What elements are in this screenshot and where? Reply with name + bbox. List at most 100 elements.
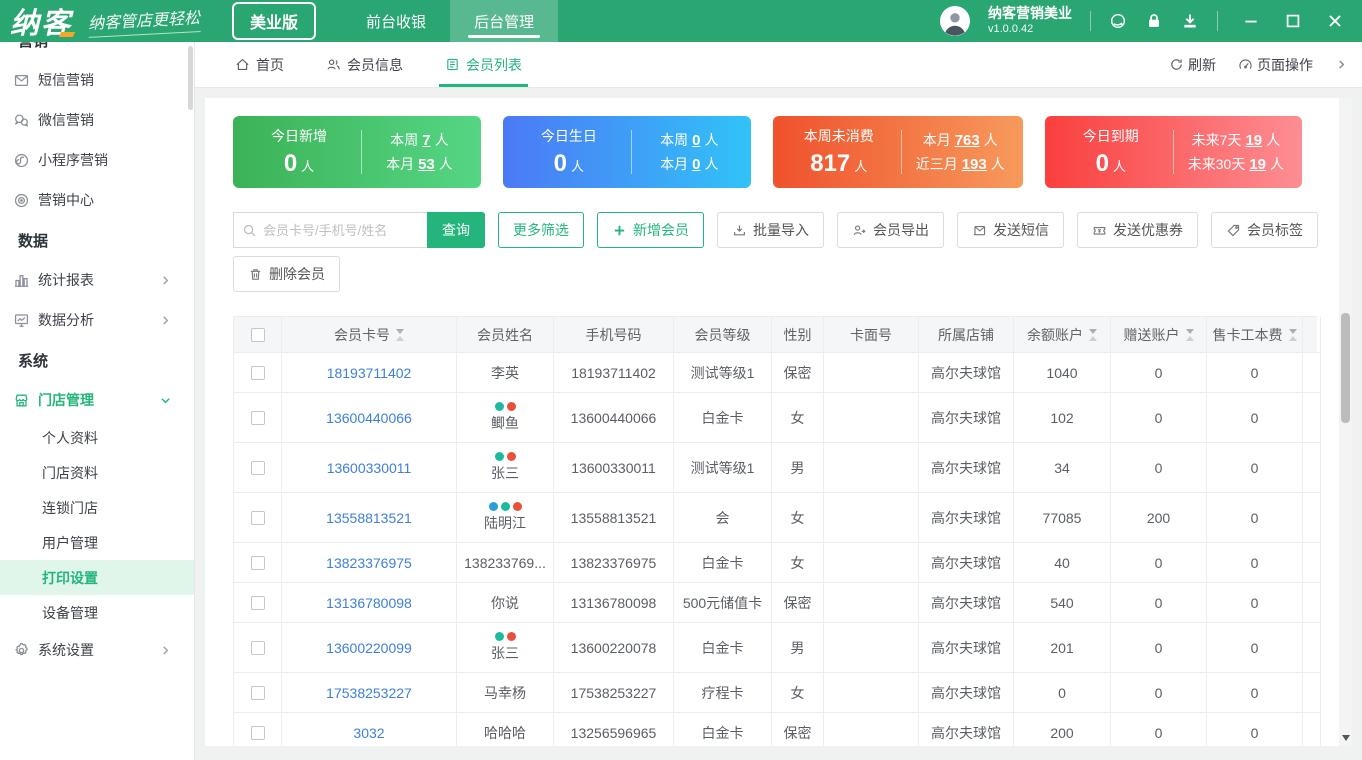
sidebar-scrollbar-thumb[interactable] (188, 46, 193, 110)
stat-card-title: 今日到期 (1082, 128, 1139, 144)
stat-label: 本月 (922, 132, 951, 148)
stat-row: 本月 763 人 (923, 130, 998, 150)
row-checkbox[interactable] (250, 555, 265, 570)
sidebar-subitem-device-management[interactable]: 设备管理 (0, 595, 194, 630)
store-name-cell: 高尔夫球馆 (919, 713, 1014, 746)
spare-cell (1303, 713, 1321, 746)
store-name-cell: 高尔夫球馆 (919, 493, 1014, 543)
trash-icon (248, 267, 263, 282)
add-member-button[interactable]: 新增会员 (597, 212, 704, 248)
account-info: 纳客营销美业 v1.0.0.42 (988, 5, 1072, 36)
lock-icon[interactable] (1145, 12, 1163, 30)
sort-icon[interactable] (396, 328, 404, 341)
stat-value-link[interactable]: 763 (955, 132, 980, 149)
table-scrollbar-thumb[interactable] (1341, 313, 1350, 423)
chevron-right-icon[interactable] (1335, 58, 1348, 71)
edition-button[interactable]: 美业版 (232, 2, 317, 40)
sidebar-item-store-management[interactable]: 门店管理 (0, 380, 194, 420)
member-export-button[interactable]: 会员导出 (837, 212, 944, 248)
sidebar-subitem-print-settings[interactable]: 打印设置 (0, 560, 194, 595)
member-card-no-link[interactable]: 13558813521 (326, 510, 412, 526)
store-name-cell: 高尔夫球馆 (919, 393, 1014, 443)
app-logo: 纳客 (10, 0, 76, 42)
sidebar-subitem-chain-stores[interactable]: 连锁门店 (0, 490, 194, 525)
customer-service-icon[interactable] (1109, 12, 1127, 30)
spare-cell (1303, 583, 1321, 623)
more-filter-button[interactable]: 更多筛选 (498, 212, 584, 248)
titlebar-nav: 前台收银 后台管理 (342, 0, 559, 42)
stat-unit: 人 (1266, 132, 1281, 148)
refresh-button[interactable]: 刷新 (1169, 55, 1216, 75)
row-checkbox[interactable] (250, 410, 265, 425)
sidebar-subitem-personal-profile[interactable]: 个人资料 (0, 420, 194, 455)
maximize-button[interactable] (1284, 12, 1302, 30)
send-coupon-button[interactable]: 发送优惠券 (1077, 212, 1198, 248)
minimize-button[interactable] (1242, 12, 1260, 30)
gender-cell: 保密 (772, 353, 824, 393)
select-all-checkbox[interactable] (250, 327, 265, 342)
row-checkbox[interactable] (250, 640, 265, 655)
sidebar-item-marketing-center[interactable]: 营销中心 (0, 180, 194, 220)
member-card-no-link[interactable]: 13136780098 (326, 595, 412, 611)
member-name-cell: 陆明江 (457, 493, 554, 543)
member-card-no-link[interactable]: 13823376975 (326, 555, 412, 571)
download-icon[interactable] (1181, 12, 1199, 30)
sidebar-subitem-store-profile[interactable]: 门店资料 (0, 455, 194, 490)
header-row-checkbox-cell (234, 317, 282, 353)
page-operations-button[interactable]: 页面操作 (1238, 55, 1313, 75)
row-checkbox-cell (234, 583, 282, 623)
search-button[interactable]: 查询 (427, 212, 485, 248)
row-checkbox[interactable] (250, 510, 265, 525)
row-checkbox[interactable] (250, 725, 265, 740)
batch-import-button[interactable]: 批量导入 (717, 212, 824, 248)
tab-member-info[interactable]: 会员信息 (320, 42, 409, 87)
sidebar-subitem-user-management[interactable]: 用户管理 (0, 525, 194, 560)
sidebar-item-stats-report[interactable]: 统计报表 (0, 260, 194, 300)
row-checkbox[interactable] (250, 365, 265, 380)
close-button[interactable] (1326, 12, 1344, 30)
member-card-no-link[interactable]: 13600220099 (326, 640, 412, 656)
sidebar-section-marketing: 营销 (0, 42, 194, 60)
sidebar-item-sms-marketing[interactable]: 短信营销 (0, 60, 194, 100)
scrollbar-down-arrow[interactable] (1342, 735, 1350, 741)
stat-value-link[interactable]: 0 (692, 156, 700, 173)
sidebar-item-miniprogram-marketing[interactable]: 小程序营销 (0, 140, 194, 180)
tag-dot-red (512, 502, 522, 511)
tab-member-list[interactable]: 会员列表 (439, 42, 528, 87)
member-card-no-link[interactable]: 18193711402 (327, 365, 412, 381)
send-sms-button[interactable]: 发送短信 (957, 212, 1064, 248)
phone-number-cell: 13600440066 (554, 393, 674, 443)
sidebar-item-data-analysis[interactable]: 数据分析 (0, 300, 194, 340)
member-card-no-link[interactable]: 17538253227 (326, 685, 412, 701)
stat-value-link[interactable]: 193 (962, 156, 987, 173)
header-phone-number-cell: 手机号码 (554, 317, 674, 353)
avatar[interactable] (940, 6, 970, 36)
sidebar-item-wechat-marketing[interactable]: 微信营销 (0, 100, 194, 140)
stat-value-link[interactable]: 0 (692, 132, 700, 149)
sort-icon[interactable] (1288, 328, 1297, 341)
sort-icon[interactable] (1185, 328, 1194, 341)
row-checkbox[interactable] (250, 595, 265, 610)
header-store-name-cell: 所属店铺 (919, 317, 1014, 353)
row-checkbox[interactable] (250, 460, 265, 475)
stat-value-link[interactable]: 19 (1249, 156, 1266, 173)
stat-value-link[interactable]: 7 (422, 132, 430, 149)
stat-value-link[interactable]: 53 (418, 156, 435, 173)
member-card-no-link[interactable]: 13600440066 (326, 410, 412, 426)
search-input[interactable] (263, 222, 419, 238)
stat-card-today-birthday: 今日生日 0 人本周 0 人本月 0 人 (502, 116, 751, 188)
member-card-no-link[interactable]: 3032 (353, 725, 384, 741)
sidebar-item-system-settings[interactable]: 系统设置 (0, 630, 194, 670)
stat-value-link[interactable]: 19 (1245, 132, 1262, 149)
member-name: 哈哈哈 (484, 724, 526, 741)
nav-tab-front-cashier[interactable]: 前台收银 (342, 0, 450, 42)
row-checkbox[interactable] (250, 685, 265, 700)
member-card-no-link[interactable]: 13600330011 (327, 460, 412, 476)
delete-member-button[interactable]: 删除会员 (233, 256, 340, 292)
tab-home[interactable]: 首页 (229, 42, 290, 87)
sort-icon[interactable] (1089, 328, 1097, 341)
nav-tab-backend-manage[interactable]: 后台管理 (450, 0, 559, 42)
spare-cell (1303, 353, 1321, 393)
table-scrollbar[interactable] (1339, 98, 1352, 746)
member-tag-button[interactable]: 会员标签 (1211, 212, 1318, 248)
